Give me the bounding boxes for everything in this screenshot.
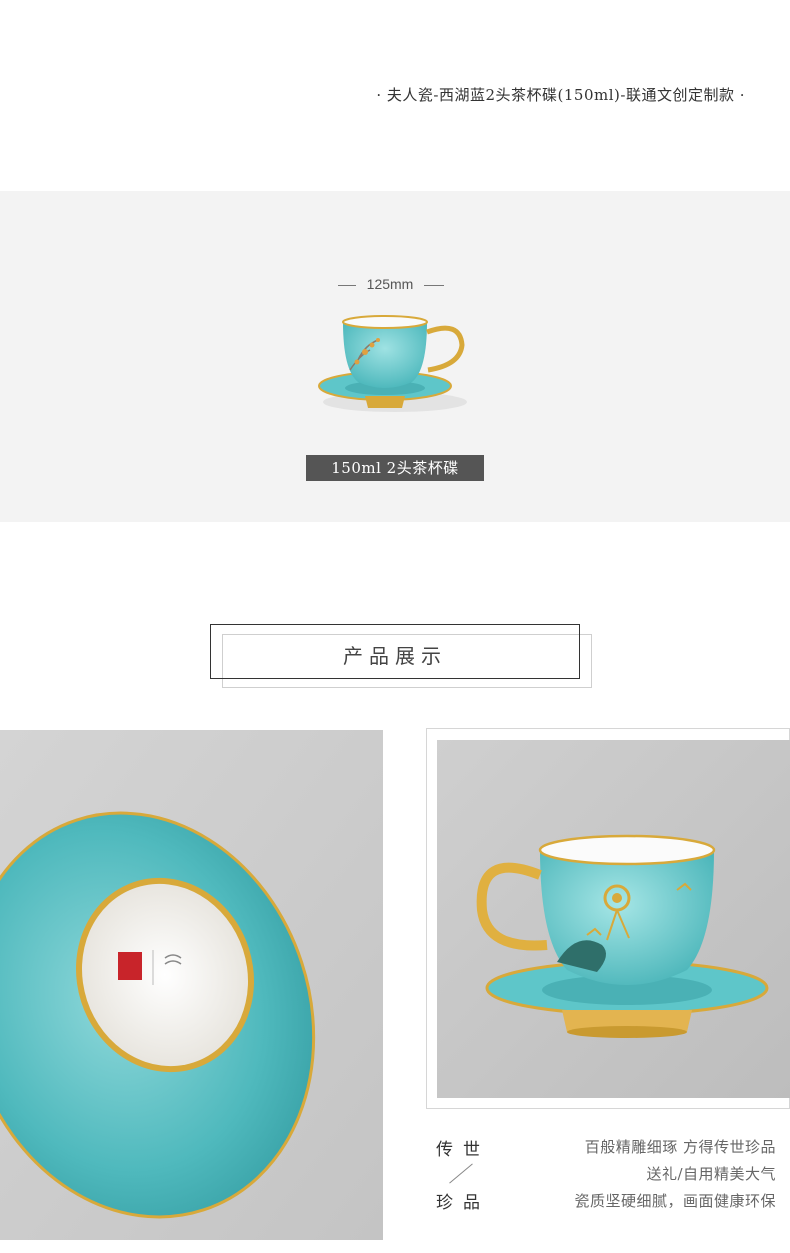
dimension-indicator: 125mm: [320, 276, 460, 294]
saucer-underside-photo: [0, 730, 383, 1240]
dimension-line-left: [338, 285, 356, 286]
feature-divider: [449, 1163, 473, 1184]
feature-line-1: 百般精雕细琢 方得传世珍品: [584, 1138, 776, 1156]
product-title: · 夫人瓷-西湖蓝2头茶杯碟(150ml)-联通文创定制款 ·: [376, 86, 745, 104]
feature-title-bottom: 珍品: [436, 1193, 490, 1213]
dimension-label: 125mm: [366, 276, 414, 292]
section-heading: 产品展示: [343, 644, 447, 668]
dimension-line-right: [424, 285, 444, 286]
feature-line-2: 送礼/自用精美大气: [646, 1165, 776, 1183]
teacup-saucer-image: [318, 315, 467, 412]
spec-caption: 150ml 2头茶杯碟: [306, 455, 484, 481]
teacup-photo: [437, 740, 790, 1098]
feature-line-3: 瓷质坚硬细腻，画面健康环保: [574, 1192, 776, 1210]
feature-title-top: 传世: [436, 1140, 490, 1160]
